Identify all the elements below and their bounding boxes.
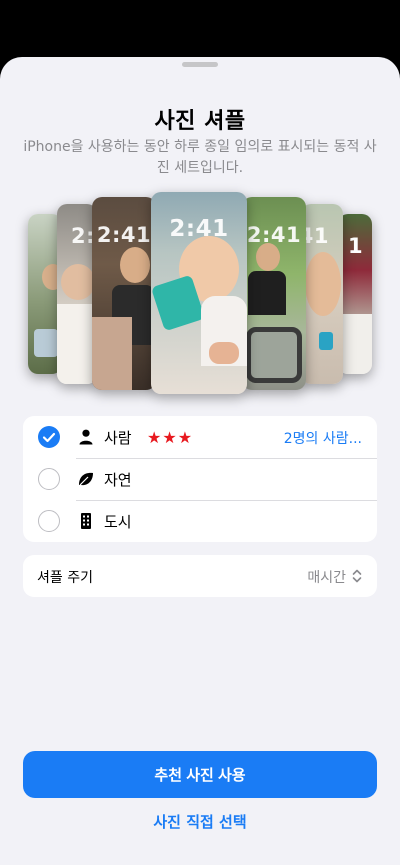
preview-card: 2:41 bbox=[92, 197, 156, 390]
option-row-nature[interactable]: 자연 bbox=[23, 458, 377, 500]
option-label: 자연 bbox=[104, 471, 132, 489]
sheet-grabber[interactable] bbox=[182, 62, 218, 67]
building-icon bbox=[77, 512, 95, 530]
option-row-city[interactable]: 도시 bbox=[23, 500, 377, 542]
people-selection-link[interactable]: 2명의 사람... bbox=[284, 428, 362, 448]
rating-stars: ★★★ bbox=[147, 428, 194, 447]
preview-clock: 2:41 bbox=[246, 223, 302, 247]
preview-card: 2:41 bbox=[57, 204, 97, 384]
checkmark-selected-icon[interactable] bbox=[38, 426, 60, 448]
radio-unselected-icon[interactable] bbox=[38, 510, 60, 532]
leaf-icon bbox=[77, 470, 95, 488]
preview-clock: 2:41 bbox=[96, 223, 152, 247]
option-label: 사람 bbox=[104, 429, 132, 447]
radio-unselected-icon[interactable] bbox=[38, 468, 60, 490]
preview-card-center: 2:41 bbox=[151, 192, 247, 394]
shuffle-frequency-group: 셔플 주기 매시간 bbox=[23, 555, 377, 597]
frequency-label: 셔플 주기 bbox=[37, 570, 93, 586]
option-label: 도시 bbox=[104, 513, 132, 531]
shuffle-frequency-row[interactable]: 셔플 주기 매시간 bbox=[23, 555, 377, 597]
use-featured-photos-button[interactable]: 추천 사진 사용 bbox=[23, 751, 377, 798]
preview-card: 1 bbox=[338, 214, 372, 374]
wallpaper-preview-carousel: 2:41 2:41 2:41 2:41 2:41 bbox=[0, 192, 400, 402]
person-icon bbox=[77, 428, 95, 446]
page-subtitle: iPhone을 사용하는 동안 하루 종일 임의로 표시되는 동적 사진 세트입… bbox=[23, 139, 377, 176]
shuffle-sheet: 사진 셔플 iPhone을 사용하는 동안 하루 종일 임의로 표시되는 동적 … bbox=[0, 57, 400, 865]
choose-photos-manually-button[interactable]: 사진 직접 선택 bbox=[0, 811, 400, 832]
frequency-value[interactable]: 매시간 bbox=[307, 567, 346, 587]
option-row-people[interactable]: 사람 ★★★ 2명의 사람... bbox=[23, 416, 377, 458]
page-title: 사진 셔플 bbox=[154, 109, 246, 134]
preview-card: 2:41 bbox=[242, 197, 306, 390]
chevron-up-down-icon[interactable] bbox=[351, 568, 363, 584]
shuffle-options-list: 사람 ★★★ 2명의 사람... 자연 도시 bbox=[23, 416, 377, 542]
preview-card: 2:41 bbox=[301, 204, 343, 384]
